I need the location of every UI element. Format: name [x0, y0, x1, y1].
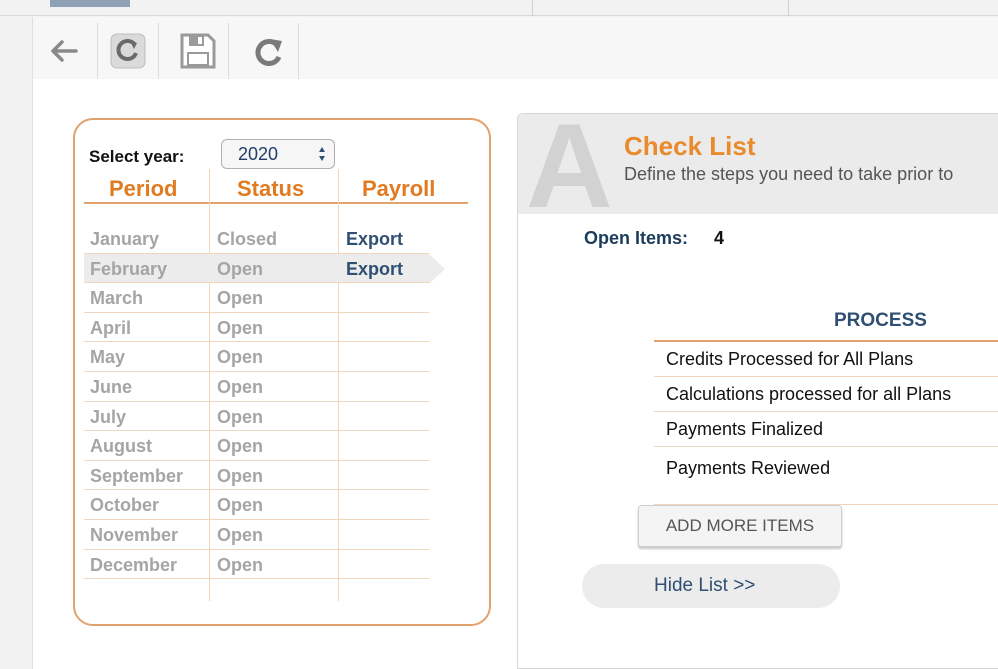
period-row[interactable]: March Open	[84, 283, 429, 313]
checklist-title: Check List	[624, 131, 756, 161]
top-tab-strip	[0, 0, 998, 16]
hide-list-button[interactable]: Hide List >>	[582, 564, 840, 608]
tab-separator	[532, 0, 533, 16]
period-row[interactable]: October Open	[84, 490, 429, 520]
process-column-header: PROCESS	[834, 310, 927, 331]
period-status: Open	[217, 554, 264, 575]
period-status: Open	[217, 258, 264, 279]
period-status: Open	[217, 495, 264, 516]
process-item-label: Payments Finalized	[666, 419, 824, 439]
period-status: Open	[217, 288, 264, 309]
period-month: August	[90, 436, 152, 457]
main-window: Select year: 2020 Period Status Payroll …	[32, 17, 998, 669]
back-button[interactable]	[33, 23, 95, 79]
active-tab-indicator[interactable]	[50, 0, 130, 7]
process-item[interactable]: Credits Processed for All Plans	[654, 342, 998, 377]
period-row[interactable]: January Closed Export	[84, 224, 429, 254]
open-items-count: 4	[714, 228, 725, 248]
process-item-label: Calculations processed for all Plans	[666, 384, 952, 404]
export-link[interactable]: Export	[346, 259, 403, 280]
period-row[interactable]: December Open	[84, 550, 429, 580]
checklist-badge-letter: A	[526, 114, 613, 214]
period-row[interactable]: September Open	[84, 461, 429, 491]
checklist-subtitle: Define the steps you need to take prior …	[624, 164, 954, 184]
period-row[interactable]: June Open	[84, 372, 429, 402]
period-row[interactable]: August Open	[84, 431, 429, 461]
period-month: December	[90, 554, 178, 575]
period-month: January	[90, 229, 160, 249]
period-status: Open	[217, 347, 264, 368]
redo-icon	[254, 39, 282, 66]
status-column-header: Status	[237, 176, 305, 201]
checklist-panel: A Check List Define the steps you need t…	[517, 113, 998, 669]
select-arrows-icon	[319, 147, 325, 161]
period-card: Select year: 2020 Period Status Payroll …	[73, 118, 491, 626]
period-month: February	[90, 258, 168, 279]
period-month: November	[90, 525, 179, 545]
save-button[interactable]	[167, 23, 229, 79]
period-month: July	[90, 406, 127, 427]
period-status: Closed	[217, 229, 278, 249]
year-select-value: 2020	[238, 144, 279, 164]
period-month: April	[90, 317, 132, 338]
period-row[interactable]: April Open	[84, 313, 429, 343]
period-status: Open	[217, 406, 264, 427]
open-items-label: Open Items:	[584, 228, 689, 248]
toolbar	[33, 17, 998, 79]
year-select[interactable]: 2020	[221, 139, 335, 169]
period-month: March	[90, 288, 144, 309]
add-more-items-button[interactable]: ADD MORE ITEMS	[638, 505, 842, 547]
period-month: May	[90, 347, 126, 368]
save-icon	[180, 33, 215, 69]
period-status: Open	[217, 377, 264, 397]
period-column-header: Period	[109, 176, 178, 201]
period-status: Open	[217, 465, 264, 486]
tab-separator	[788, 0, 789, 16]
header-divider	[84, 202, 468, 204]
export-link[interactable]: Export	[346, 229, 403, 250]
period-month: October	[90, 495, 160, 516]
period-row[interactable]: May Open	[84, 342, 429, 372]
redo-button[interactable]	[237, 23, 299, 79]
checklist-header: A Check List Define the steps you need t…	[518, 114, 998, 214]
period-row[interactable]: February Open Export	[84, 253, 445, 284]
process-item-label: Credits Processed for All Plans	[666, 349, 914, 369]
period-status: Open	[217, 525, 264, 545]
period-month: September	[90, 465, 184, 486]
refresh-icon	[110, 33, 146, 69]
payroll-column-header: Payroll	[362, 176, 436, 201]
refresh-button[interactable]	[97, 23, 159, 79]
process-item-label: Payments Reviewed	[666, 458, 831, 478]
period-status: Open	[217, 436, 264, 457]
period-status: Open	[217, 317, 264, 338]
period-row[interactable]: November Open	[84, 520, 429, 550]
process-item[interactable]: Payments Reviewed	[654, 447, 998, 505]
period-row[interactable]: July Open	[84, 402, 429, 432]
select-year-label: Select year:	[89, 147, 185, 166]
period-month: June	[90, 377, 133, 397]
process-item[interactable]: Payments Finalized	[654, 412, 998, 447]
process-item[interactable]: Calculations processed for all Plans	[654, 377, 998, 412]
selected-row-pointer	[429, 253, 445, 284]
back-arrow-icon	[51, 40, 78, 62]
